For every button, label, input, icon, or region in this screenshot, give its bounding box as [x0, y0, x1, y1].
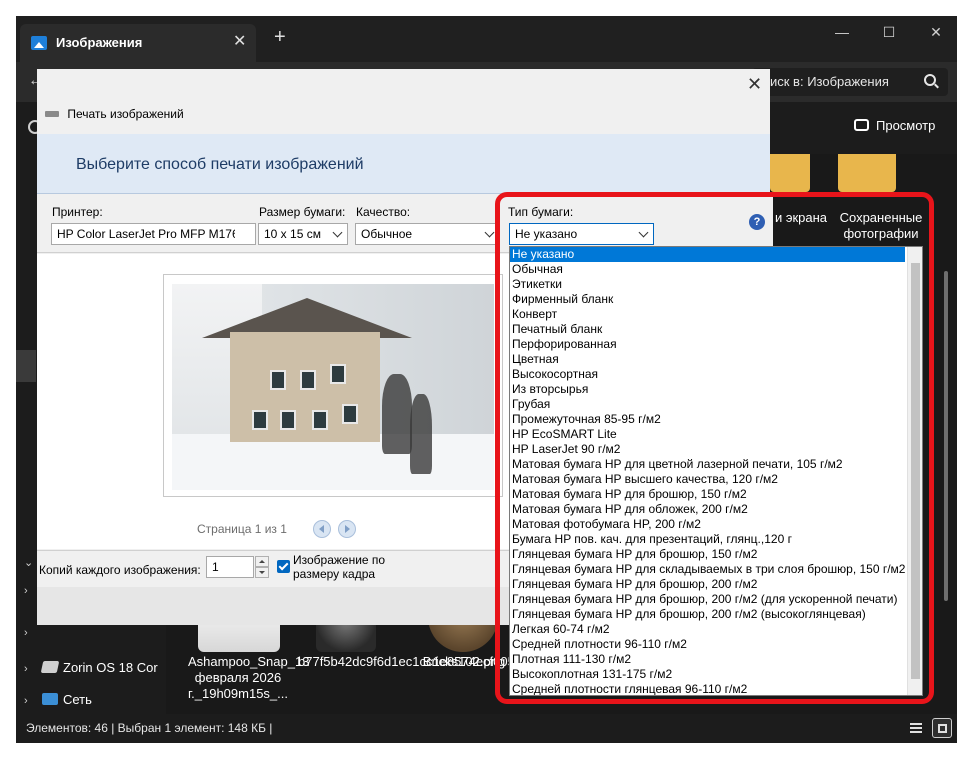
selected-nav-item[interactable]	[16, 350, 36, 382]
dialog-close-icon[interactable]: ✕	[747, 75, 762, 93]
maximize-button[interactable]: ☐	[869, 20, 909, 44]
tiles-view-icon	[938, 724, 947, 733]
sidebar-item-label: Сеть	[63, 692, 92, 707]
tab-images[interactable]: Изображения ✕	[20, 24, 256, 62]
copies-decrement-button[interactable]	[255, 567, 269, 578]
folder-icon[interactable]	[770, 154, 810, 192]
paper-size-value: 10 x 15 см	[264, 227, 321, 241]
fit-to-frame-label[interactable]: Изображение по размеру кадра	[293, 553, 403, 581]
photo-preview-image	[172, 284, 494, 490]
dialog-heading: Выберите способ печати изображений	[76, 156, 364, 173]
tiles-view-button[interactable]	[932, 718, 952, 738]
printer-label: Принтер:	[52, 205, 103, 219]
sidebar-chevron-2[interactable]: ›	[24, 582, 36, 602]
dialog-title-row: Печать изображений	[45, 107, 184, 123]
status-text: Элементов: 46 | Выбран 1 элемент: 148 КБ…	[26, 721, 273, 735]
chevron-right-icon[interactable]: ›	[24, 663, 36, 675]
minimize-button[interactable]: —	[822, 20, 862, 44]
highlight-frame	[495, 192, 934, 704]
tab-title: Изображения	[56, 35, 143, 50]
title-bar: Изображения ✕ + — ☐ ✕	[16, 16, 957, 62]
chevron-right-icon[interactable]: ›	[24, 695, 36, 707]
dialog-header: Выберите способ печати изображений	[37, 134, 770, 194]
drive-icon	[40, 661, 60, 673]
images-folder-icon	[31, 36, 47, 50]
search-box[interactable]: иск в: Изображения	[752, 68, 948, 96]
details-view-icon	[910, 723, 922, 733]
printer-value: HP Color LaserJet Pro MFP M176	[57, 227, 235, 241]
next-page-button[interactable]	[338, 520, 356, 538]
sidebar-chevron-3[interactable]: ›	[24, 624, 36, 644]
search-icon[interactable]	[924, 74, 936, 86]
sidebar-item-label: Zorin OS 18 Cor	[63, 660, 158, 675]
preview-pane-icon	[854, 119, 869, 131]
tab-close-icon[interactable]: ✕	[233, 31, 246, 51]
quality-label: Качество:	[356, 205, 411, 219]
copies-label: Копий каждого изображения:	[39, 563, 201, 577]
close-window-button[interactable]: ✕	[916, 20, 956, 44]
paper-size-select[interactable]: 10 x 15 см	[258, 223, 348, 245]
network-icon	[42, 693, 58, 705]
sidebar-item-zorin[interactable]: › Zorin OS 18 Cor	[24, 660, 158, 680]
quality-value: Обычное	[361, 227, 413, 241]
status-bar: Элементов: 46 | Выбран 1 элемент: 148 КБ…	[16, 714, 957, 743]
chevron-down-icon	[332, 227, 343, 238]
sidebar-chevron[interactable]: ⌄	[24, 554, 36, 574]
page-indicator: Страница 1 из 1	[197, 522, 287, 536]
details-view-button[interactable]	[906, 718, 926, 738]
screen: Изображения ✕ + — ☐ ✕ ← иск в: Изображен…	[0, 0, 973, 759]
page-preview	[163, 274, 503, 497]
preview-label: Просмотр	[876, 118, 936, 133]
dialog-title: Печать изображений	[67, 107, 184, 121]
folder-icon[interactable]	[838, 154, 896, 192]
copies-increment-button[interactable]	[255, 556, 269, 567]
quality-select[interactable]: Обычное	[355, 223, 500, 245]
fit-to-frame-checkbox[interactable]	[277, 560, 290, 573]
chevron-down-icon	[484, 227, 495, 238]
file-label[interactable]: Ashampoo_Snap_13 февраля 2026 г._19h09m1…	[188, 654, 309, 702]
paper-size-label: Размер бумаги:	[259, 205, 346, 219]
preview-button[interactable]: Просмотр	[854, 118, 935, 138]
chevron-right-icon[interactable]: ›	[24, 627, 36, 639]
printer-select[interactable]: HP Color LaserJet Pro MFP M176	[51, 223, 256, 245]
file-label[interactable]: b77f5b42dc9f6d1ec1cc1e8574ecf005.jpg	[298, 654, 536, 670]
previous-page-button[interactable]	[313, 520, 331, 538]
printer-icon	[45, 107, 59, 120]
search-input[interactable]: иск в: Изображения	[770, 74, 889, 89]
chevron-right-icon[interactable]: ›	[24, 585, 36, 597]
new-tab-icon[interactable]: +	[274, 27, 286, 47]
chevron-down-icon[interactable]: ⌄	[24, 556, 36, 569]
copies-input[interactable]: 1	[206, 556, 254, 578]
sidebar-item-network[interactable]: › Сеть	[24, 692, 92, 712]
vertical-scrollbar[interactable]	[944, 271, 948, 601]
